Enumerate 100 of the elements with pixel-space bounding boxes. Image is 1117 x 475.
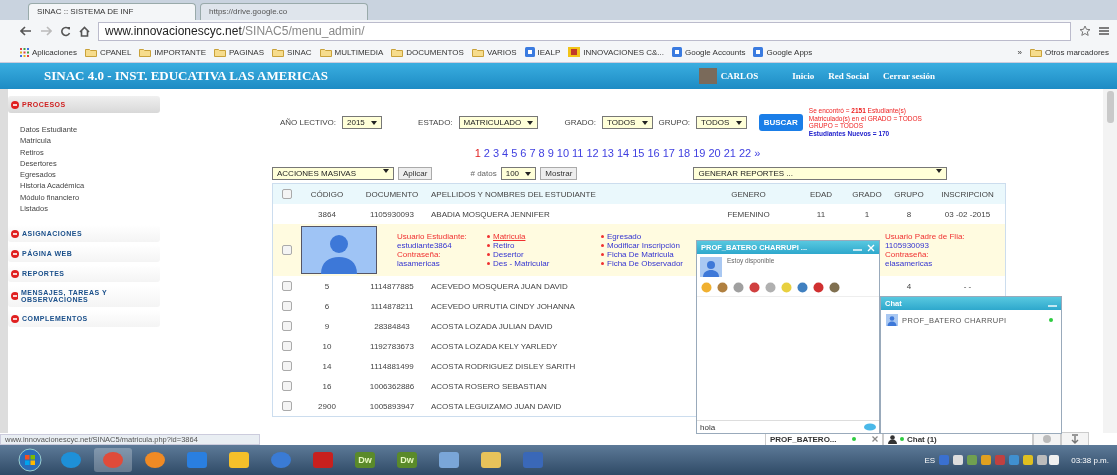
chat-tool-icon[interactable] xyxy=(733,282,744,293)
filter-dropdown[interactable]: TODOS xyxy=(602,115,653,129)
page-link[interactable]: 17 xyxy=(662,147,675,159)
speech-bubble-icon[interactable] xyxy=(864,422,876,432)
address-bar[interactable]: www.innovacionescyc.net/SINAC5/menu_admin/ xyxy=(98,21,1071,41)
taskbar-app-button[interactable]: Dw xyxy=(346,448,384,472)
page-link[interactable]: 12 xyxy=(586,147,599,159)
page-link[interactable]: 5 xyxy=(511,147,518,159)
options-circle-icon[interactable] xyxy=(1042,434,1052,444)
back-icon[interactable] xyxy=(20,26,32,36)
per-page-dropdown[interactable]: 100 xyxy=(500,167,537,180)
message-input[interactable]: hola xyxy=(697,420,879,433)
page-link[interactable]: 14 xyxy=(616,147,630,159)
table-cell: ACOSTA ROSERO SEBASTIAN xyxy=(431,381,547,391)
row-checkbox[interactable] xyxy=(282,281,292,291)
page-link[interactable]: 22 xyxy=(738,147,752,159)
row-checkbox[interactable] xyxy=(282,341,292,351)
page-link[interactable]: 11 xyxy=(572,147,584,159)
taskbar-app-button[interactable]: Dw xyxy=(388,448,426,472)
bulk-actions-dropdown[interactable]: ACCIONES MASIVAS xyxy=(272,167,394,180)
next-page-link[interactable]: » xyxy=(754,147,761,159)
page-link[interactable]: 8 xyxy=(538,147,545,159)
row-checkbox[interactable] xyxy=(282,401,292,411)
page-link[interactable]: 20 xyxy=(708,147,721,159)
bookmark-item[interactable]: CPANEL xyxy=(84,47,132,57)
site-icon xyxy=(672,47,682,57)
action-link[interactable]: Des - Matricular xyxy=(493,259,550,268)
chat-tool-icon[interactable] xyxy=(797,282,808,293)
page-link[interactable]: 2 xyxy=(483,147,490,159)
bookmark-item[interactable]: Otros marcadores xyxy=(1029,47,1109,57)
close-icon[interactable] xyxy=(872,436,878,442)
language-indicator[interactable]: ES xyxy=(924,455,936,465)
action-link[interactable]: Ficha De Observador xyxy=(607,259,684,268)
select-all-checkbox[interactable] xyxy=(282,189,292,199)
page-link[interactable]: 4 xyxy=(502,147,509,159)
folder-icon xyxy=(471,47,484,57)
bookmark-item[interactable]: Google Accounts xyxy=(672,47,746,57)
more-bookmarks[interactable]: » xyxy=(1017,47,1022,57)
bullet-icon xyxy=(11,314,19,323)
credential-label: Contraseña: xyxy=(885,250,930,259)
row-checkbox[interactable] xyxy=(282,381,292,391)
scrollbar[interactable] xyxy=(1103,89,1117,433)
action-link[interactable]: Matricula xyxy=(493,232,526,241)
show-button[interactable]: Mostrar xyxy=(540,167,578,180)
row-checkbox[interactable] xyxy=(282,321,292,331)
page-link[interactable]: 9 xyxy=(547,147,554,159)
collapse-arrow-icon[interactable] xyxy=(1070,434,1080,444)
reports-dropdown[interactable]: GENERAR REPORTES ... xyxy=(693,167,948,180)
chat-tool-icon[interactable] xyxy=(829,282,840,293)
page-link[interactable]: 13 xyxy=(601,147,614,159)
bookmark-item[interactable]: VARIOS xyxy=(471,47,517,57)
bookmark-item[interactable]: PAGINAS xyxy=(214,47,265,57)
page-link[interactable]: 3 xyxy=(492,147,500,159)
bookmark-item[interactable]: MULTIMEDIA xyxy=(319,47,384,57)
bullet-icon xyxy=(487,244,490,247)
table-cell: 03 -02 -2015 xyxy=(944,209,991,219)
bookmark-item[interactable]: Google Apps xyxy=(753,47,813,57)
bookmark-item[interactable]: DOCUMENTOS xyxy=(391,47,464,57)
action-link[interactable]: Desertor xyxy=(493,250,524,259)
reload-icon[interactable] xyxy=(60,25,71,37)
action-link[interactable]: Ficha De Matricula xyxy=(607,250,674,259)
bookmark-item[interactable]: Aplicaciones xyxy=(20,47,77,57)
row-checkbox[interactable] xyxy=(282,301,292,311)
chat-tool-icon[interactable] xyxy=(813,282,824,293)
filter-dropdown[interactable]: 2015 xyxy=(342,115,383,129)
tray-icons-drawing[interactable] xyxy=(939,453,1060,467)
action-link[interactable]: Modificar Inscripción xyxy=(607,241,680,250)
star-icon[interactable] xyxy=(1079,25,1091,37)
browser-tab[interactable]: SINAC :: SISTEMA DE INF xyxy=(28,3,196,20)
page-link[interactable]: 21 xyxy=(723,147,736,159)
bookmark-item[interactable]: IMPORTANTE xyxy=(139,47,207,57)
chat-tool-icon[interactable] xyxy=(765,282,776,293)
table-cell: ACOSTA LOZADA JULIAN DAVID xyxy=(431,321,553,331)
page-link[interactable]: 16 xyxy=(647,147,660,159)
page-link[interactable]: 6 xyxy=(520,147,527,159)
chat-tool-icon[interactable] xyxy=(749,282,760,293)
page-link[interactable]: 19 xyxy=(693,147,706,159)
filter-dropdown[interactable]: TODOS xyxy=(696,115,747,129)
forward-icon[interactable] xyxy=(40,26,52,36)
bookmark-item[interactable]: IEALP xyxy=(524,47,561,57)
action-link[interactable]: Egresado xyxy=(607,232,642,241)
filter-dropdown[interactable]: MATRICULADO xyxy=(458,115,539,129)
start-orb-icon[interactable] xyxy=(18,448,42,472)
bookmark-item[interactable]: SINAC xyxy=(272,47,312,57)
page-link[interactable]: 15 xyxy=(632,147,645,159)
page-link[interactable]: 7 xyxy=(529,147,536,159)
page-link[interactable]: 18 xyxy=(677,147,691,159)
page-link[interactable]: 1 xyxy=(474,147,481,159)
row-checkbox[interactable] xyxy=(282,361,292,371)
apply-button[interactable]: Aplicar xyxy=(398,167,433,180)
home-icon[interactable] xyxy=(79,25,90,37)
row-checkbox[interactable] xyxy=(282,245,292,255)
bookmark-item[interactable]: INNOVACIONES C&... xyxy=(568,47,664,57)
menu-icon[interactable] xyxy=(1099,26,1109,36)
action-link[interactable]: Retiro xyxy=(493,241,515,250)
chat-tool-icon[interactable] xyxy=(717,282,728,293)
search-button[interactable]: BUSCAR xyxy=(758,113,803,131)
page-link[interactable]: 10 xyxy=(556,147,570,159)
scrollbar-thumb[interactable] xyxy=(1106,91,1114,123)
browser-tab[interactable]: https://drive.google.co xyxy=(200,3,368,20)
